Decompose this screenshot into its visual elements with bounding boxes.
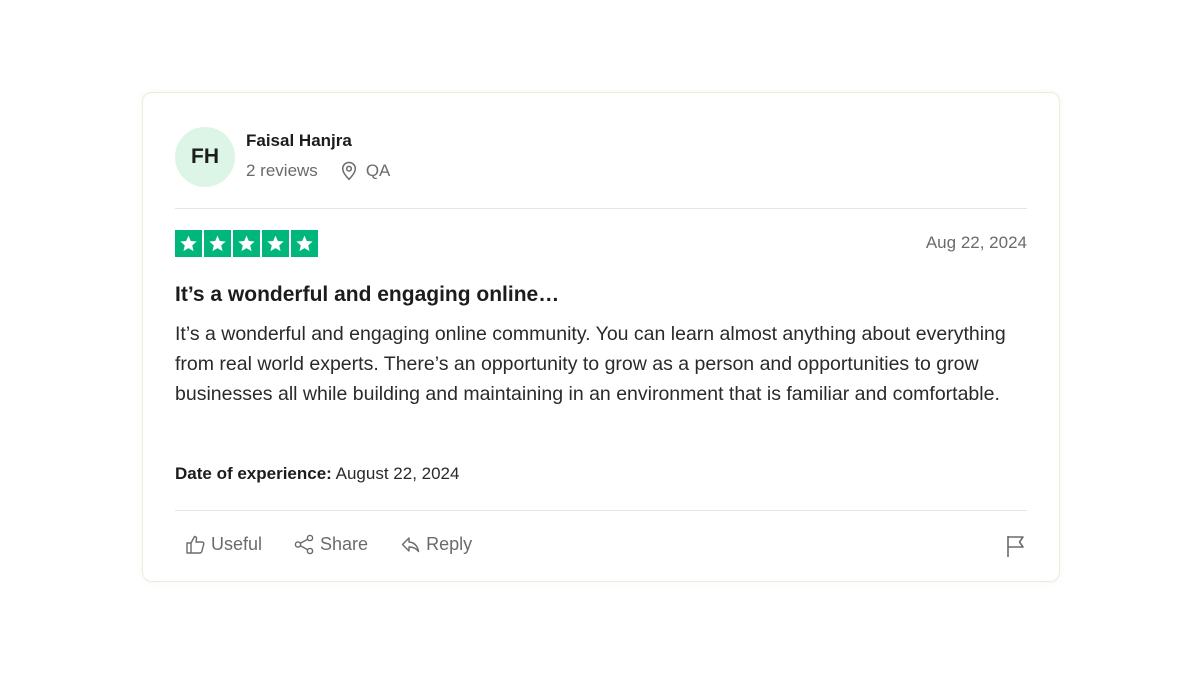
reviewer-meta: 2 reviews QA <box>246 161 390 181</box>
share-button[interactable]: Share <box>294 534 368 555</box>
footer-divider <box>175 510 1027 511</box>
thumbs-up-icon <box>186 535 205 554</box>
useful-label: Useful <box>211 534 263 554</box>
experience-date: August 22, 2024 <box>335 464 460 483</box>
flag-icon <box>1007 536 1024 557</box>
date-of-experience: Date of experience: August 22, 2024 <box>175 464 459 484</box>
reviewer-location: QA <box>340 161 391 181</box>
location-label: QA <box>365 161 391 180</box>
avatar[interactable]: FH <box>175 127 235 187</box>
header-divider <box>175 208 1027 209</box>
reply-icon <box>401 537 420 553</box>
useful-button[interactable]: Useful <box>185 534 262 555</box>
reviewer-name[interactable]: Faisal Hanjra <box>246 131 390 151</box>
review-date: Aug 22, 2024 <box>925 233 1027 252</box>
share-icon <box>294 534 314 555</box>
review-actions: Useful Share Reply <box>185 534 504 555</box>
review-title[interactable]: It’s a wonderful and engaging online… <box>175 283 559 307</box>
review-body: It’s a wonderful and engaging online com… <box>175 323 1006 405</box>
share-label: Share <box>320 534 369 554</box>
reviewer-info: Faisal Hanjra 2 reviews QA <box>246 131 390 181</box>
star-icon <box>204 230 231 257</box>
reviews-count: 2 reviews <box>246 161 318 180</box>
reply-button[interactable]: Reply <box>400 534 472 555</box>
experience-label: Date of experience: <box>175 464 332 483</box>
report-flag-button[interactable] <box>1005 534 1027 563</box>
location-pin-icon <box>341 161 356 181</box>
review-card: FH Faisal Hanjra 2 reviews QA Aug 22, 20… <box>142 92 1060 582</box>
star-icon <box>175 230 202 257</box>
star-icon <box>262 230 289 257</box>
star-icon <box>233 230 260 257</box>
star-icon <box>291 230 318 257</box>
reply-label: Reply <box>426 534 473 554</box>
reviewer-header: FH Faisal Hanjra 2 reviews QA <box>175 127 390 187</box>
star-rating <box>175 230 318 257</box>
